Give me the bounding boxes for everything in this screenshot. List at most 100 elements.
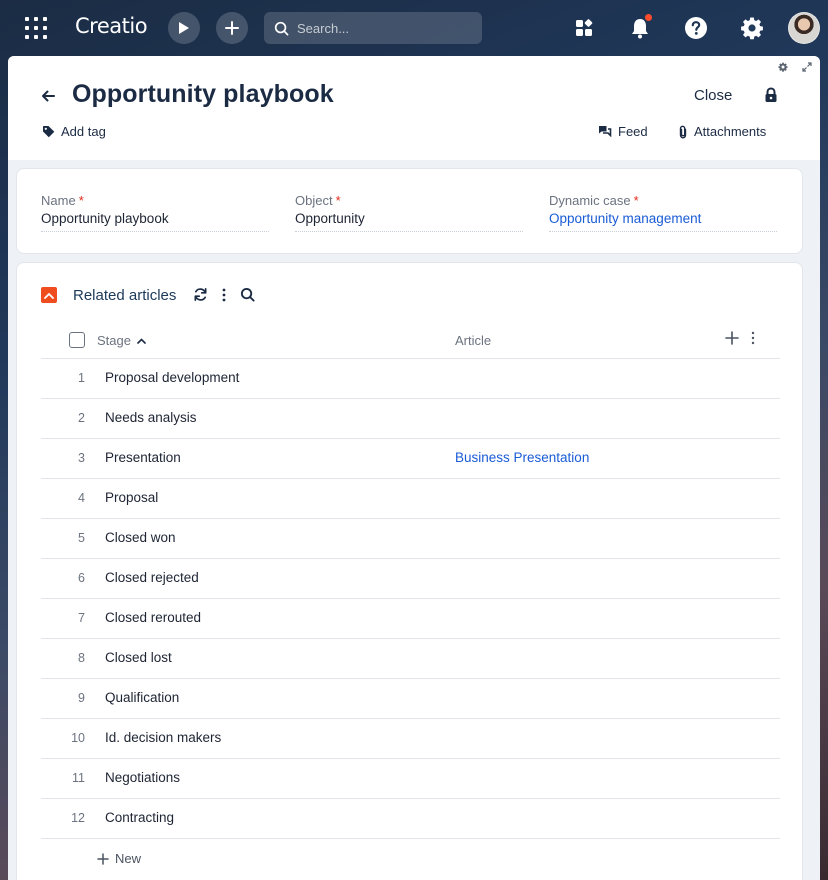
dynamic-case-field-label: Dynamic case * [549,193,639,208]
notification-badge [645,14,652,21]
feed-label: Feed [618,124,648,139]
table-row[interactable]: 9 Qualification [41,679,780,719]
column-header-stage[interactable]: Stage [97,333,146,348]
row-stage: Id. decision makers [105,730,222,745]
add-column-icon[interactable] [725,331,739,345]
table-row[interactable]: 10 Id. decision makers [41,719,780,759]
table-row[interactable]: 11 Negotiations [41,759,780,799]
top-bar: Creatio [0,0,828,56]
row-number: 2 [78,411,85,425]
chevron-up-icon [44,292,54,299]
sort-asc-icon [137,337,146,344]
help-button[interactable] [682,14,710,42]
row-stage: Negotiations [105,770,181,785]
table-row[interactable]: 8 Closed lost [41,639,780,679]
search-input[interactable] [297,20,467,36]
more-vertical-icon[interactable] [222,288,226,302]
name-field-value[interactable]: Opportunity playbook [41,211,269,232]
lock-icon[interactable] [764,87,778,103]
table-row[interactable]: 7 Closed rerouted [41,599,780,639]
dynamic-case-field[interactable]: Dynamic case * Opportunity management [549,193,777,232]
row-stage: Proposal [105,490,159,505]
notifications-button[interactable] [626,14,654,42]
row-stage: Presentation [105,450,181,465]
row-stage: Proposal development [105,370,240,385]
add-tag-button[interactable]: Add tag [42,124,106,139]
collapse-section-button[interactable] [41,287,57,303]
page-settings-icon[interactable] [778,62,788,72]
fields-card: Name * Opportunity playbook Object * Oppor… [16,168,803,254]
attachments-button[interactable]: Attachments [678,124,766,139]
dynamic-case-link[interactable]: Opportunity management [549,211,777,232]
search-icon[interactable] [240,287,255,302]
app-logo[interactable]: Creatio [75,14,148,38]
run-process-button[interactable] [168,12,200,44]
new-record-button[interactable]: New [97,851,141,866]
feed-button[interactable]: Feed [598,124,648,139]
table-row[interactable]: 2 Needs analysis [41,399,780,439]
row-number: 10 [71,731,85,745]
row-number: 8 [78,651,85,665]
help-icon [685,17,707,39]
create-button[interactable] [216,12,248,44]
table-row[interactable]: 5 Closed won [41,519,780,559]
settings-button[interactable] [738,14,766,42]
user-avatar[interactable] [788,12,820,44]
row-number: 12 [71,811,85,825]
record-page: Opportunity playbook Close Add tag Feed … [8,56,820,880]
table-row[interactable]: 3 Presentation Business Presentation [41,439,780,479]
row-stage: Closed won [105,530,176,545]
row-stage: Closed rerouted [105,610,202,625]
name-field[interactable]: Name * Opportunity playbook [41,193,269,232]
row-number: 5 [78,531,85,545]
row-stage: Closed rejected [105,570,199,585]
section-title: Related articles [73,287,177,304]
related-articles-card: Related articles Stage Article 1 Proposal… [16,262,803,880]
object-field-value[interactable]: Opportunity [295,211,523,232]
refresh-icon[interactable] [193,287,208,302]
table-row[interactable]: 1 Proposal development [41,359,780,399]
search-icon [274,21,289,35]
plus-icon [97,852,109,865]
column-header-article[interactable]: Article [455,333,491,348]
row-stage: Contracting [105,810,175,825]
row-stage: Needs analysis [105,410,197,425]
table-row[interactable]: 12 Contracting [41,799,780,839]
column-stage-label: Stage [97,333,131,348]
page-header: Opportunity playbook Close Add tag Feed … [8,56,820,160]
row-number: 7 [78,611,85,625]
table-row[interactable]: 4 Proposal [41,479,780,519]
page-corner-tools [778,62,812,72]
row-number: 3 [78,451,85,465]
grid-body: 1 Proposal development 2 Needs analysis 3 Pre… [41,359,780,839]
plus-icon [225,21,239,35]
row-number: 4 [78,491,85,505]
row-number: 11 [72,771,85,785]
row-number: 9 [78,691,85,705]
apps-grid-icon[interactable] [25,17,47,39]
expand-icon[interactable] [802,62,812,72]
row-article-link[interactable]: Business Presentation [455,450,589,465]
back-arrow-icon[interactable] [40,88,56,104]
feed-icon [599,126,612,138]
widgets-icon [576,19,593,36]
paperclip-icon [679,125,687,139]
object-field[interactable]: Object * Opportunity [295,193,523,232]
global-search[interactable] [264,12,482,44]
table-row[interactable]: 6 Closed rejected [41,559,780,599]
row-stage: Qualification [105,690,180,705]
add-tag-label: Add tag [61,124,106,139]
row-stage: Closed lost [105,650,172,665]
gear-icon [741,17,763,40]
name-field-label: Name * [41,193,84,208]
row-number: 1 [78,371,85,385]
close-button[interactable]: Close [694,87,732,104]
row-number: 6 [78,571,85,585]
select-all-checkbox[interactable] [69,332,85,348]
play-icon [179,22,189,34]
page-title: Opportunity playbook [72,80,334,108]
more-vertical-icon[interactable] [751,331,755,345]
object-field-label: Object * [295,193,341,208]
widgets-button[interactable] [570,14,598,42]
attachments-label: Attachments [694,124,767,139]
